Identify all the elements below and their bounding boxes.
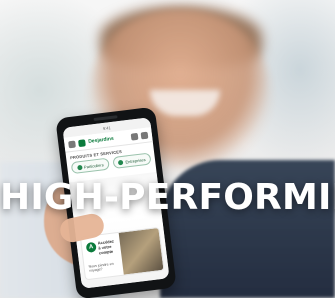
phone-speaker (93, 115, 118, 122)
store-icon (140, 131, 149, 139)
phone-screen: 9:41 Desjardins PRODUITS ET SERVICES Par… (62, 117, 170, 289)
status-time: 9:41 (102, 124, 111, 131)
photo-frame: 9:41 Desjardins PRODUITS ET SERVICES Par… (0, 0, 335, 298)
promo-subtitle: Nous joindre en voyage? (88, 261, 114, 273)
promo-title: Accédez à votre compte (97, 238, 115, 256)
promo-photo (118, 228, 164, 275)
brand-logo (77, 138, 86, 147)
header-spacer (117, 137, 128, 138)
search-icon (130, 132, 139, 141)
menu-icon (68, 140, 76, 148)
building-icon (118, 159, 124, 165)
pill-label: Entreprises (125, 156, 146, 165)
promo-badge: A (85, 241, 97, 253)
brand-name: Desjardins (87, 135, 115, 145)
person-icon (76, 164, 83, 170)
pill-label: Particuliers (83, 161, 104, 170)
person-shirt (160, 160, 335, 298)
